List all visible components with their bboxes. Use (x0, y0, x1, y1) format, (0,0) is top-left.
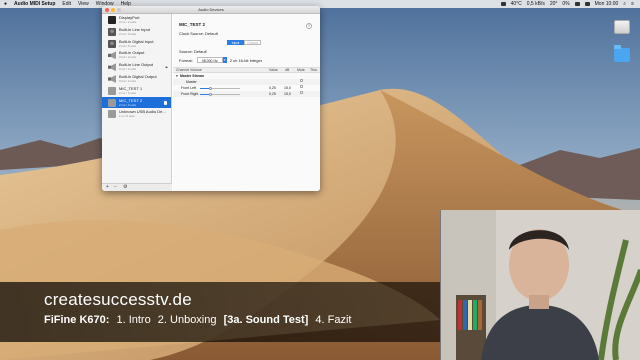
format-select[interactable]: 48.000 Hz (196, 57, 223, 63)
speaker-icon (108, 63, 116, 72)
displayport-icon (108, 16, 116, 24)
channel-db[interactable]: 15,0 (284, 91, 291, 97)
device-item-unknown-usb[interactable]: Unknown USB Audio De... 1 in / 0 outs (102, 108, 171, 120)
apple-menu-icon[interactable]: ● (4, 0, 7, 8)
device-io-count: 0 ins / 2 outs (119, 55, 137, 60)
device-io-count: 2 ins / 0 outs (119, 43, 137, 48)
mute-checkbox[interactable] (300, 85, 303, 88)
mute-checkbox[interactable] (300, 91, 303, 94)
volume-slider-knob[interactable] (208, 86, 212, 90)
add-device-button[interactable]: + (106, 184, 109, 191)
device-item-digital-input[interactable]: Built-in Digital Input 2 ins / 0 outs (102, 38, 171, 50)
webcam-video (440, 210, 640, 360)
format-row: Format: 48.000 Hz ▾ 2 ch 16-bit Integer (179, 57, 262, 63)
channel-name: Front Right (181, 92, 199, 96)
volume-slider-knob[interactable] (208, 92, 212, 96)
folder-icon[interactable] (614, 45, 630, 62)
usb-icon (108, 98, 116, 107)
window-titlebar[interactable]: Audio Devices (102, 6, 320, 14)
tab-input[interactable]: Input (227, 40, 244, 45)
volume-icon[interactable] (584, 2, 590, 6)
speaker-icon (108, 51, 116, 60)
format-label: Format: (179, 57, 193, 63)
menu-bar: ● Audio MIDI Setup Edit View Window Help… (0, 0, 640, 8)
volume-slider[interactable] (200, 86, 240, 90)
chapter-item: 2. Unboxing (157, 314, 217, 326)
clock-source-row: Clock Source: Default (179, 31, 218, 36)
status-icon[interactable] (500, 2, 506, 6)
tab-output[interactable]: Output (244, 40, 261, 45)
status-mem[interactable]: 0% (562, 0, 569, 8)
device-item-displayport[interactable]: DisplayPort 0 ins / 2 outs (102, 14, 171, 26)
menu-app-name[interactable]: Audio MIDI Setup (14, 0, 55, 8)
source-label: Source: (179, 49, 193, 54)
menu-list-icon[interactable]: ≡ (631, 0, 634, 8)
device-list-footer: + − ⚙ (102, 183, 172, 191)
channel-value[interactable]: 0,25 (269, 91, 276, 97)
clock-source-select[interactable]: Default (205, 31, 218, 36)
remove-device-button[interactable]: − (114, 184, 117, 191)
wifi-icon[interactable] (574, 2, 580, 6)
device-title: MIC_TEST 2 (179, 22, 206, 27)
usb-icon (108, 86, 116, 95)
chevron-down-icon[interactable]: ▾ (222, 57, 227, 63)
chapter-item-current: [3a. Sound Test] (223, 314, 309, 326)
device-io-count: 1 in / 0 outs (119, 114, 135, 119)
device-io-count: 0 ins / 2 outs (119, 78, 137, 83)
status-weather[interactable]: 20° (550, 0, 558, 8)
volume-slider[interactable] (200, 92, 240, 96)
help-button[interactable]: ? (306, 23, 312, 29)
usb-icon (108, 110, 116, 119)
channel-table: Channel Volume Value dB Mute Thru ▾ Mast… (173, 67, 320, 97)
device-io-count: 2 ins / 0 outs (119, 31, 137, 36)
io-tabs: Input Output (227, 40, 261, 45)
product-label: FiFine K670: (44, 314, 110, 326)
device-list: DisplayPort 0 ins / 2 outs Built-in Line… (102, 14, 172, 183)
search-icon[interactable]: ⌕ (623, 0, 626, 8)
gear-icon[interactable]: ⚙ (123, 184, 127, 191)
device-item-builtin-output[interactable]: Built-in Output 0 ins / 2 outs (102, 49, 171, 61)
source-value: Default (193, 49, 207, 54)
microphone-icon (108, 39, 116, 48)
audio-devices-window: Audio Devices DisplayPort 0 ins / 2 outs… (102, 6, 320, 191)
menu-edit[interactable]: Edit (62, 0, 71, 8)
window-title: Audio Devices (198, 7, 224, 12)
channel-row-front-right: Front Right 0,25 15,0 (173, 91, 320, 97)
website-caption: createsuccesstv.de (44, 290, 192, 309)
device-io-count: 2 ins / 0 outs (119, 90, 137, 95)
device-item-digital-output[interactable]: Built-in Digital Output 0 ins / 2 outs (102, 73, 171, 85)
device-io-count: 0 ins / 2 outs (119, 20, 137, 24)
menu-view[interactable]: View (78, 0, 89, 8)
hard-drive-icon[interactable] (614, 20, 630, 34)
device-item-mic-test-1[interactable]: MIC_TEST 1 2 ins / 0 outs (102, 85, 171, 97)
device-item-line-input[interactable]: Built-in Line Input 2 ins / 0 outs (102, 26, 171, 38)
mute-checkbox[interactable] (300, 79, 303, 82)
menu-clock[interactable]: Mon 10:00 (595, 0, 619, 8)
chapter-caption: FiFine K670: 1. Intro 2. Unboxing [3a. S… (44, 314, 355, 326)
input-device-icon (164, 100, 167, 105)
output-volume-icon: ◂▸ (164, 65, 168, 70)
chapter-item: 1. Intro (116, 314, 151, 326)
format-description: 2 ch 16-bit Integer (229, 57, 263, 63)
status-temp[interactable]: 40°C (511, 0, 522, 8)
device-item-mic-test-2[interactable]: MIC_TEST 2 2 ins / 0 outs (102, 96, 171, 109)
source-row: Source: Default (179, 49, 207, 54)
status-net[interactable]: 0,5 kB/s (527, 0, 545, 8)
speaker-icon (108, 74, 116, 83)
clock-source-label: Clock Source: (179, 31, 204, 36)
device-detail-pane: MIC_TEST 2 ? Clock Source: Default Input… (173, 14, 320, 191)
device-item-line-output[interactable]: Built-in Line Output 0 ins / 2 outs ◂▸ (102, 61, 171, 73)
device-io-count: 0 ins / 2 outs (119, 67, 137, 72)
microphone-icon (108, 27, 116, 36)
chapter-item: 4. Fazit (315, 314, 352, 326)
